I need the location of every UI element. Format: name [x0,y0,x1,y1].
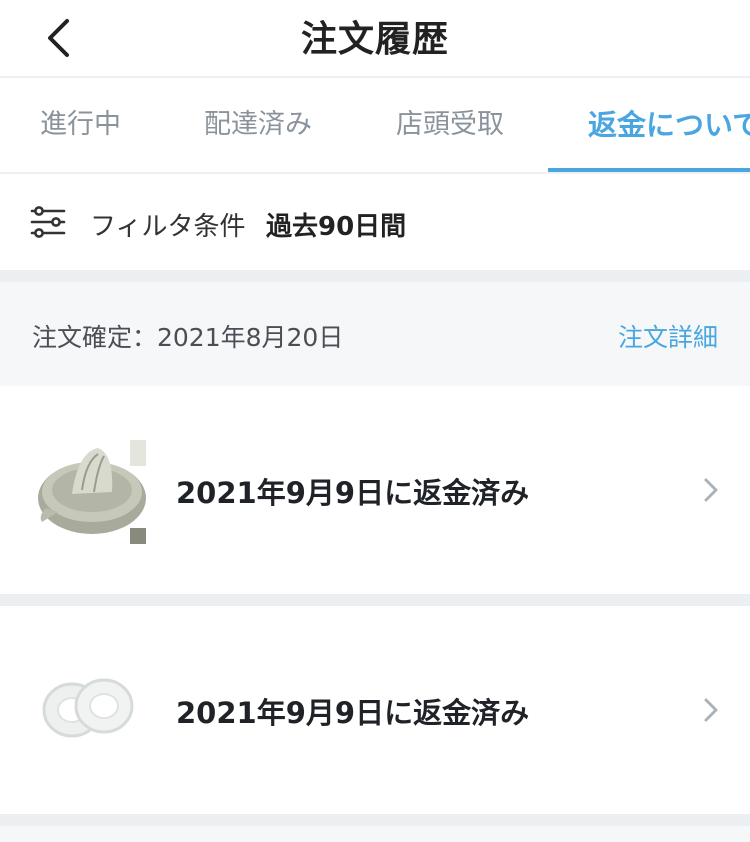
refund-status: 2021年9月9日に返金済み [176,696,530,730]
next-order-header [0,826,750,842]
section-divider [0,270,750,282]
tab-refund[interactable]: 返金について [588,80,750,172]
filter-value: 過去90日間 [266,212,407,242]
page-title: 注文履歴 [300,19,449,60]
rubber-rings-product-image [32,652,146,766]
chevron-right-icon [704,698,718,722]
item-divider [0,594,750,606]
filter-bar[interactable]: フィルタ条件 過去90日間 [0,176,750,270]
tab-in-progress[interactable]: 進行中 [40,80,121,172]
tab-bar: 進行中 配達済み 店頭受取 返金について [0,80,750,174]
active-tab-indicator [548,168,750,172]
tab-store-pickup[interactable]: 店頭受取 [396,80,504,172]
order-date: 注文確定：2021年8月20日 [32,323,344,352]
filter-label: フィルタ条件 [90,212,246,242]
header-bar: 注文履歴 [0,0,750,78]
juicer-product-image [32,432,146,546]
tab-delivered[interactable]: 配達済み [204,80,312,172]
chevron-right-icon [704,478,718,502]
refund-status: 2021年9月9日に返金済み [176,476,530,510]
order-item[interactable]: 2021年9月9日に返金済み [0,606,750,814]
order-item[interactable]: 2021年9月9日に返金済み [0,386,750,594]
order-detail-link[interactable]: 注文詳細 [618,318,718,354]
item-divider [0,814,750,826]
sliders-icon [30,206,66,238]
order-header: 注文確定：2021年8月20日 注文詳細 [0,282,750,386]
